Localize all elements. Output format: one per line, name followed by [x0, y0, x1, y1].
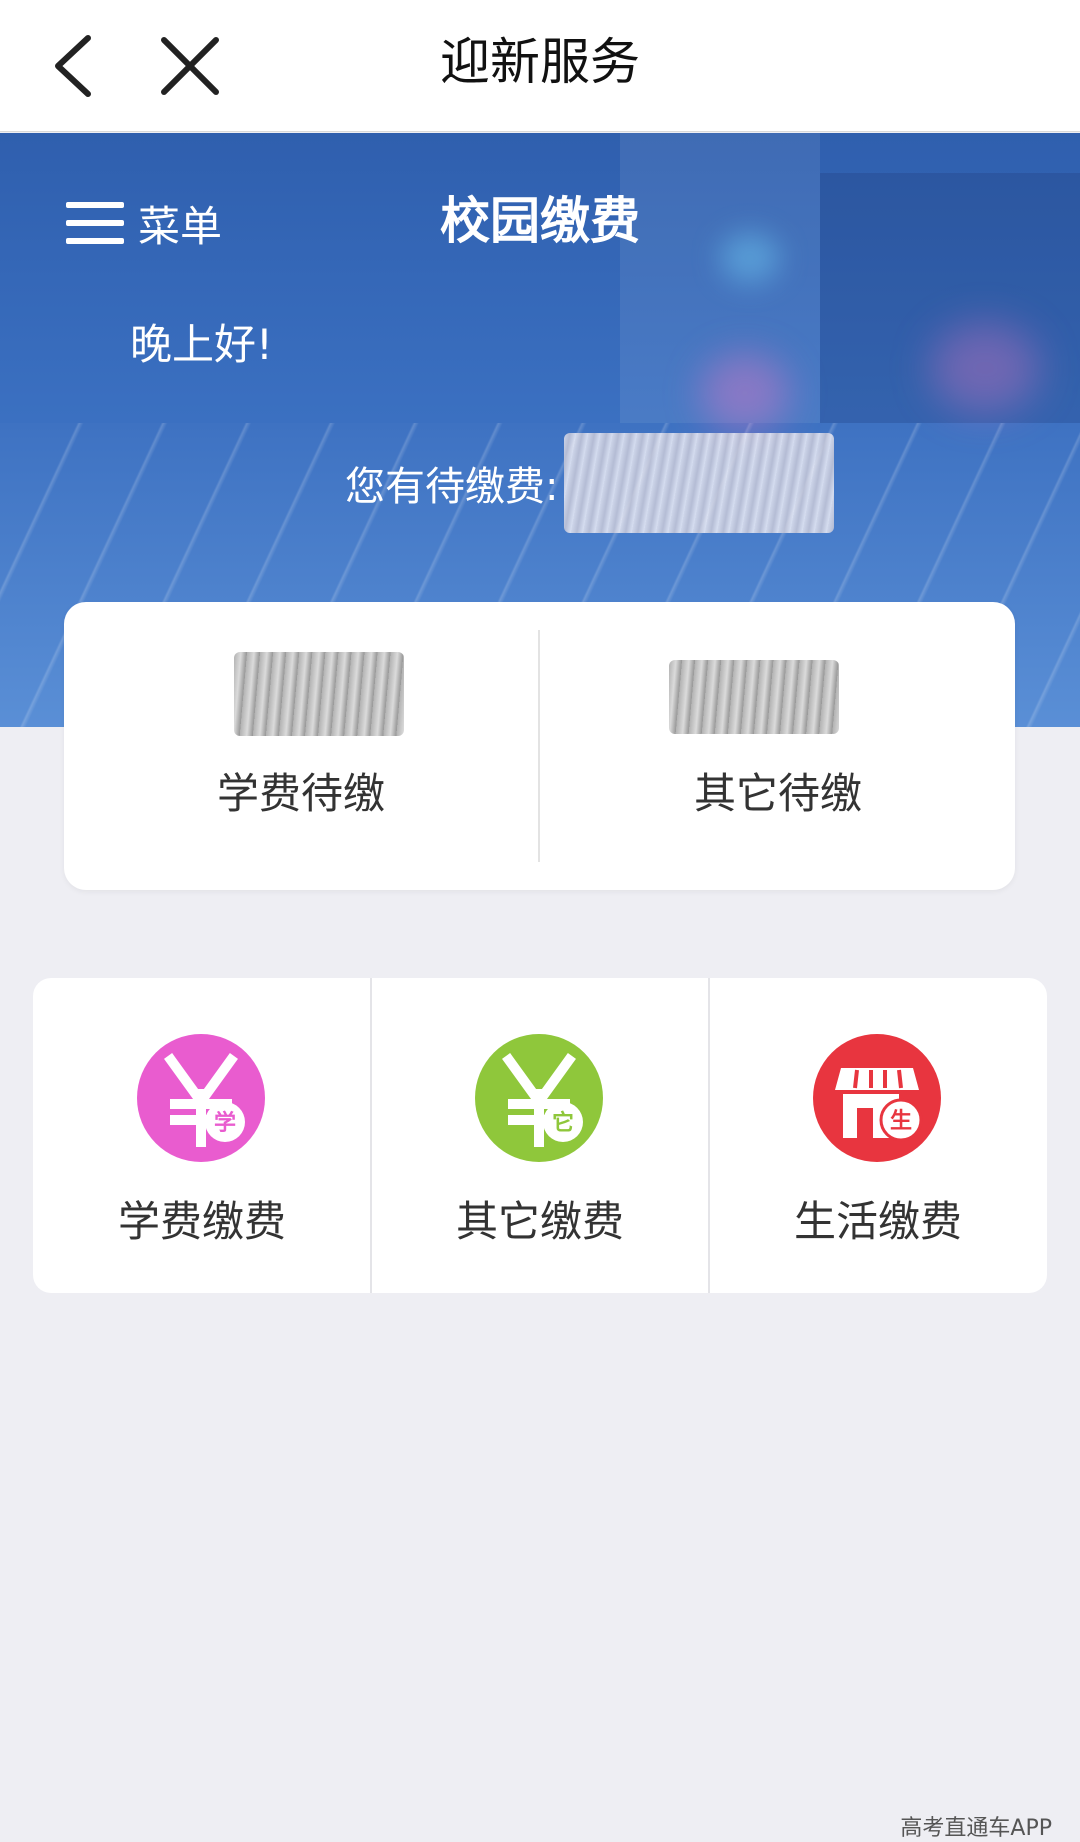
living-payment-label: 生活缴费: [793, 1197, 962, 1246]
other-pending-label: 其它待缴: [693, 769, 862, 818]
background-light: [930, 323, 1040, 413]
yuan-tuition-icon: 学: [137, 1034, 265, 1162]
tuition-payment-label: 学费缴费: [117, 1197, 286, 1246]
pending-amount-line: 您有待缴费:: [345, 433, 835, 533]
tuition-pending-item[interactable]: 学费待缴: [64, 602, 538, 890]
redacted-amount: [669, 660, 839, 734]
payment-actions: 学 学费缴费 它 其它缴费 生 生活缴费: [33, 978, 1047, 1293]
watermark: 高考直通车APP: [900, 1816, 1052, 1841]
background-light: [700, 353, 790, 433]
svg-text:生: 生: [890, 1109, 912, 1134]
other-pending-item[interactable]: 其它待缴: [541, 602, 1015, 890]
greeting-text: 晚上好!: [130, 320, 273, 369]
store-icon: 生: [813, 1034, 941, 1162]
redacted-amount: [234, 652, 404, 736]
redacted-amount: [564, 433, 835, 533]
living-payment-button[interactable]: 生 生活缴费: [709, 978, 1047, 1293]
tuition-pending-label: 学费待缴: [216, 769, 385, 818]
tuition-payment-button[interactable]: 学 学费缴费: [33, 978, 372, 1293]
hero-title: 校园缴费: [440, 192, 640, 250]
other-payment-label: 其它缴费: [455, 1197, 624, 1246]
other-payment-button[interactable]: 它 其它缴费: [371, 978, 710, 1293]
pending-summary-card: 学费待缴 其它待缴: [64, 602, 1015, 890]
pending-label: 您有待缴费:: [345, 464, 559, 510]
svg-text:学: 学: [214, 1110, 236, 1136]
svg-text:它: 它: [552, 1110, 574, 1136]
page-title: 迎新服务: [440, 33, 640, 91]
divider: [538, 630, 540, 862]
top-bar: 迎新服务: [0, 0, 1080, 132]
yuan-other-icon: 它: [475, 1034, 603, 1162]
